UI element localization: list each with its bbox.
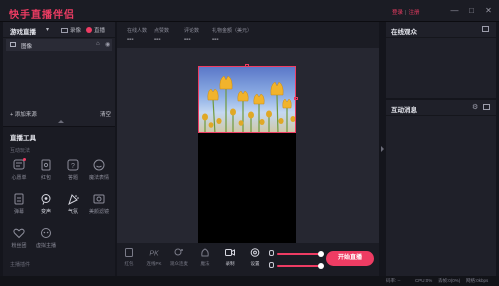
app-title: 快手直播伴侣 [9,10,75,21]
mic-volume-slider[interactable] [277,251,324,257]
toolbar-red-packet[interactable]: 红包 [119,248,139,267]
red-packet-icon [39,159,53,171]
toolbar-pk[interactable]: PK 连线PK [144,248,164,267]
preview-stage [117,48,379,243]
stat-likes: 点赞数 --- [154,28,170,43]
danmaku-icon [12,193,26,205]
record-icon [61,28,68,33]
live-toggle[interactable]: 直播 [86,26,105,34]
pk-icon: PK [149,248,159,258]
image-icon [10,42,16,47]
audience-mic-icon [174,248,184,257]
record-icon [225,248,235,257]
quiz-icon: ? [66,159,80,171]
minimize-button[interactable]: — [449,5,460,16]
interaction-messages-title: 互动消息 [391,107,417,114]
stat-gift-amount: 礼物金额（美元） --- [212,28,253,43]
new-badge [23,158,26,161]
tool-beauty-filter[interactable]: 美颜滤镜 [88,193,110,217]
svg-text:?: ? [71,163,75,170]
scene-header: 游戏直播 ▾ 录像 直播 [3,22,115,38]
speaker-icon[interactable] [269,262,274,268]
tool-fan-club[interactable]: 粉丝团 [8,227,30,251]
tool-magic-face[interactable]: 魔法表情 [88,159,110,183]
interaction-messages-panel: 互动消息 ⚙ [386,100,496,276]
popout-icon[interactable] [482,26,489,32]
magic-face-icon [92,159,106,171]
toolbar-audience-mic[interactable]: 观众连麦 [169,248,189,267]
stat-comments: 评论数 --- [184,28,200,43]
speaker-volume-knob[interactable] [318,263,324,269]
popout-icon[interactable] [483,104,490,110]
live-canvas[interactable] [198,64,298,243]
beauty-filter-icon [92,193,106,205]
virtual-anchor-icon [39,227,53,239]
left-panel: 游戏直播 ▾ 录像 直播 图像 ⌂ ◉ + 添加来源 清空 直播工具 互动玩法 … [3,22,115,286]
tool-red-packet[interactable]: 红包 [35,159,57,183]
bottom-toolbar: 红包 PK 连线PK 观众连麦 魔法 录制 设置 开始直播 [117,243,379,276]
interaction-messages-header: 互动消息 ⚙ [386,100,496,116]
auth-separator: | [405,10,407,16]
toolbar-magic[interactable]: 魔法 [195,248,215,267]
online-audience-title: 在线观众 [391,29,417,36]
live-tools-panel: 直播工具 互动玩法 心愿单 红包 ? 答题 魔法表情 弹幕 变声 气氛 美颜滤镜… [3,126,115,286]
heart-icon [12,227,26,239]
live-mode-title[interactable]: 游戏直播 [10,26,36,36]
tool-danmaku[interactable]: 弹幕 [8,193,30,217]
voice-change-icon [39,193,53,205]
resize-handle-right[interactable] [294,97,298,100]
record-toggle[interactable]: 录像 [61,26,81,34]
microphone-icon[interactable] [269,250,274,256]
tulips-image [202,75,295,132]
settings-icon [250,248,260,257]
source-item[interactable]: 图像 ⌂ ◉ [6,39,112,51]
source-label: 图像 [21,44,33,50]
toolbar-record[interactable]: 录制 [220,248,240,267]
status-bitrate: 码率: -- [386,278,401,283]
stat-online: 在线人数 --- [127,28,148,43]
online-audience-panel: 在线观众 [386,22,496,98]
magic-icon [200,248,210,257]
clear-button[interactable]: 清空 [100,110,111,118]
status-bar: 码率: -- CPU:0% 丢帧:0(0%) 网络:0kbps [0,276,499,286]
login-link[interactable]: 登录 [392,10,403,16]
resize-handle-top[interactable] [245,64,249,67]
live-dot-icon [86,27,92,33]
register-link[interactable]: 注册 [408,10,419,16]
title-bar: 快手直播伴侣 登录 | 注册 — □ ✕ [0,0,499,22]
wish-icon [12,158,26,171]
svg-text:PK: PK [149,251,159,258]
expand-right-caret-icon[interactable] [381,146,384,152]
status-network: 网络:0kbps [466,278,489,283]
extensions-section-label: 主播插件 [10,262,31,268]
gear-icon[interactable]: ⚙ [472,103,478,111]
start-live-button[interactable]: 开始直播 [326,251,374,266]
eye-icon[interactable]: ◉ [105,41,110,48]
interaction-section-label: 互动玩法 [10,148,31,154]
chevron-down-icon[interactable]: ▾ [46,26,49,33]
online-audience-header: 在线观众 [386,22,496,38]
auth-links: 登录 | 注册 [392,8,419,16]
atmosphere-icon [66,193,80,205]
live-tools-title: 直播工具 [10,135,36,142]
mic-volume-knob[interactable] [318,251,324,257]
tool-wish[interactable]: 心愿单 [8,158,30,183]
tool-voice-change[interactable]: 变声 [35,193,57,217]
status-cpu: CPU:0% [415,278,433,283]
live-stats-bar: 在线人数 --- 点赞数 --- 评论数 --- 礼物金额（美元） --- [117,22,379,48]
speaker-volume-slider[interactable] [277,263,324,269]
lock-icon[interactable]: ⌂ [96,41,100,47]
status-dropped-frames: 丢帧:0(0%) [438,278,461,283]
red-packet-icon [124,248,134,257]
maximize-button[interactable]: □ [466,5,477,16]
tool-virtual-anchor[interactable]: 虚拟主播 [35,227,57,251]
collapse-caret-icon[interactable] [58,120,64,123]
add-source-button[interactable]: + 添加来源 [10,110,37,118]
tool-atmosphere[interactable]: 气氛 [62,193,84,217]
close-button[interactable]: ✕ [483,5,494,16]
toolbar-settings[interactable]: 设置 [245,248,265,267]
image-source-preview[interactable] [198,66,296,133]
tool-quiz[interactable]: ? 答题 [62,159,84,183]
